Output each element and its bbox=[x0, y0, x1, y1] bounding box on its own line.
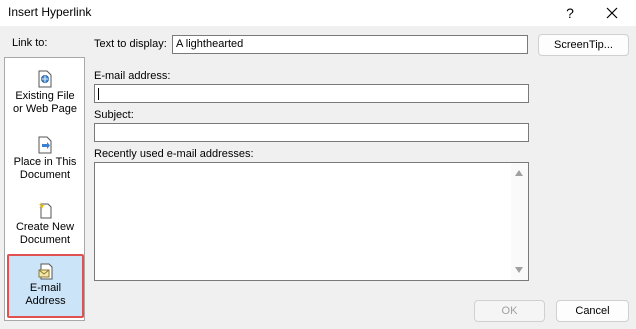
scroll-up-icon[interactable] bbox=[515, 170, 523, 176]
link-item-label-1: Existing File bbox=[15, 90, 75, 102]
text-to-display-label: Text to display: bbox=[94, 38, 167, 50]
link-item-label-1: Place in This bbox=[13, 156, 77, 168]
dialog-title: Insert Hyperlink bbox=[8, 5, 92, 19]
email-address-icon bbox=[38, 263, 52, 280]
help-button[interactable]: ? bbox=[559, 2, 581, 24]
title-bar: Insert Hyperlink ? bbox=[0, 0, 636, 26]
link-item-label-2: or Web Page bbox=[12, 103, 77, 115]
ok-button[interactable]: OK bbox=[474, 300, 545, 322]
cancel-button[interactable]: Cancel bbox=[556, 300, 629, 322]
recent-addresses-scrollbar[interactable] bbox=[511, 163, 528, 280]
link-create-new-document[interactable]: Create New Document bbox=[8, 195, 82, 259]
place-document-icon bbox=[38, 136, 52, 154]
link-email-address[interactable]: E-mail Address bbox=[7, 254, 84, 318]
screentip-button[interactable]: ScreenTip... bbox=[538, 34, 629, 56]
email-address-label: E-mail address: bbox=[94, 70, 171, 82]
email-address-input[interactable] bbox=[94, 84, 529, 103]
close-button[interactable] bbox=[601, 2, 623, 24]
text-to-display-input[interactable]: A lighthearted bbox=[172, 35, 528, 54]
link-item-label-2: Document bbox=[19, 234, 71, 246]
link-to-bar: Existing File or Web Page Place in This … bbox=[4, 57, 85, 321]
link-place-in-document[interactable]: Place in This Document bbox=[8, 130, 82, 194]
link-item-label-1: Create New bbox=[15, 221, 75, 233]
close-icon bbox=[606, 7, 618, 19]
scroll-down-icon[interactable] bbox=[515, 267, 523, 273]
link-to-label: Link to: bbox=[12, 37, 48, 49]
text-cursor bbox=[98, 88, 99, 100]
subject-input[interactable] bbox=[94, 123, 529, 142]
file-web-icon bbox=[38, 70, 52, 88]
subject-label: Subject: bbox=[94, 109, 134, 121]
new-document-icon bbox=[38, 202, 52, 219]
recent-addresses-label: Recently used e-mail addresses: bbox=[94, 148, 254, 160]
link-item-label-2: Document bbox=[19, 169, 71, 181]
link-item-label-2: Address bbox=[25, 295, 66, 307]
link-item-label-1: E-mail bbox=[29, 282, 62, 294]
link-existing-file[interactable]: Existing File or Web Page bbox=[8, 64, 82, 128]
recent-addresses-list[interactable] bbox=[94, 162, 529, 281]
